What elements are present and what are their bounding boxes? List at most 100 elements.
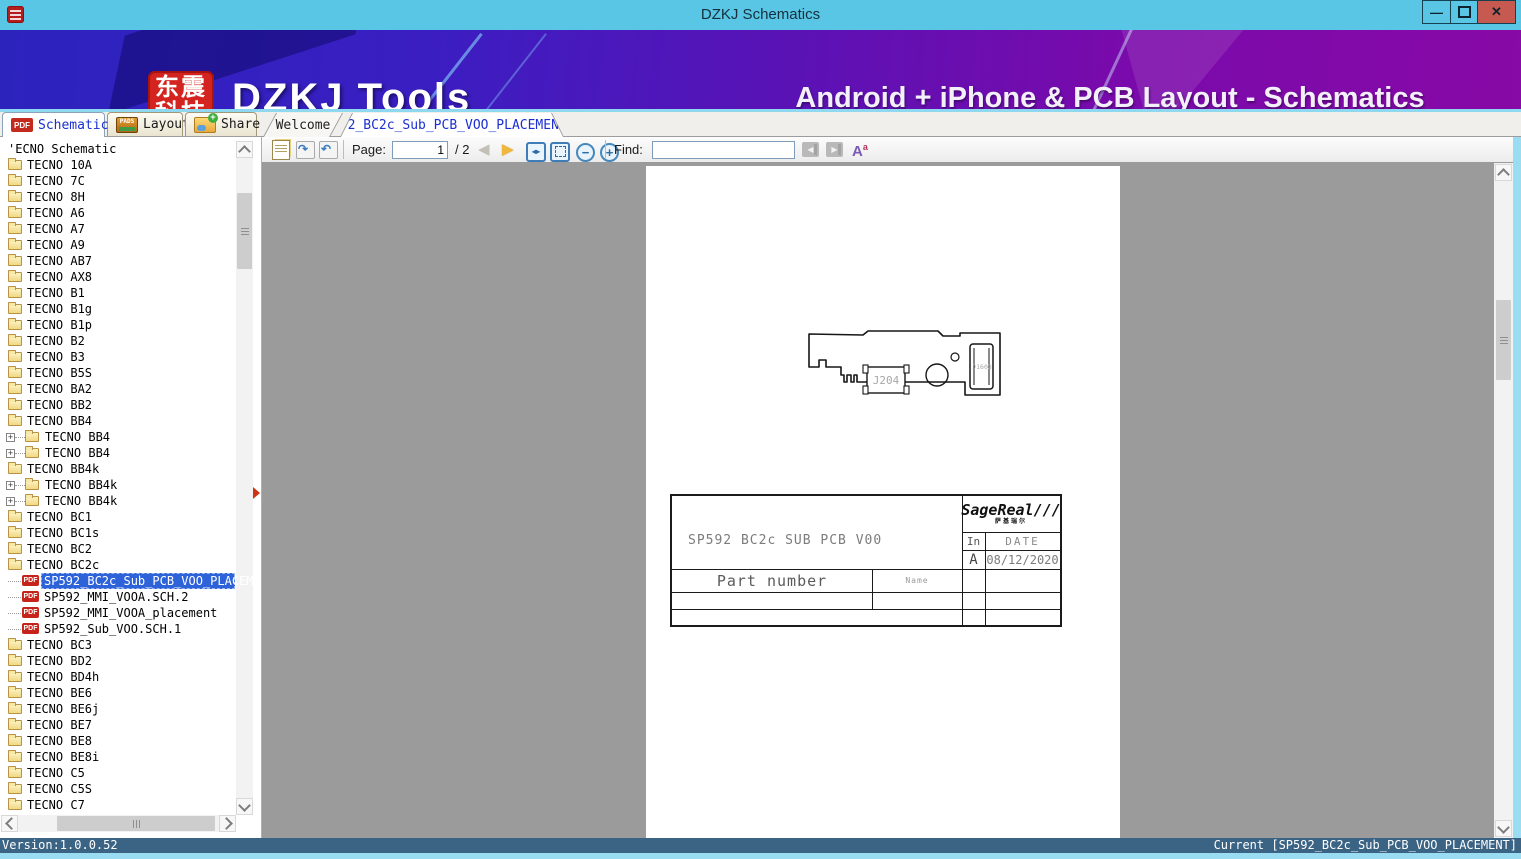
expand-plus-icon[interactable]: +	[6, 481, 15, 490]
grip-icon	[135, 819, 137, 828]
brand-logo: 东震 科技	[148, 71, 214, 109]
tree-item[interactable]: TECNO C7	[0, 797, 236, 813]
pads-icon: PADS	[116, 116, 138, 133]
tree-item[interactable]: TECNO B2	[0, 333, 236, 349]
tree-item[interactable]: TECNO BC2	[0, 541, 236, 557]
tree-item[interactable]: TECNO BE8	[0, 733, 236, 749]
folder-icon	[8, 366, 22, 378]
close-button[interactable]: ✕	[1477, 0, 1516, 24]
tree-item[interactable]: TECNO BB4k	[0, 461, 236, 477]
tree-item[interactable]: TECNO 8H	[0, 189, 236, 205]
tree-item-pdf[interactable]: PDF SP592_MMI_VOOA.SCH.2	[0, 589, 236, 605]
expand-plus-icon[interactable]: +	[6, 449, 15, 458]
tree-item[interactable]: + TECNO BB4	[0, 445, 236, 461]
tree-item-pdf[interactable]: PDF SP592_MMI_VOOA_placement	[0, 605, 236, 621]
tree-item[interactable]: TECNO BD2	[0, 653, 236, 669]
tree-item[interactable]: TECNO A6	[0, 205, 236, 221]
tree-item[interactable]: TECNO BE7	[0, 717, 236, 733]
tree-item-label: TECNO BB4k	[27, 462, 100, 476]
tree-item[interactable]: TECNO B3	[0, 349, 236, 365]
tab-welcome[interactable]: Welcome	[264, 113, 342, 137]
tree-item[interactable]: TECNO BE6j	[0, 701, 236, 717]
folder-icon	[25, 446, 39, 458]
folder-icon	[8, 158, 22, 170]
zoom-out-button[interactable]: −	[576, 143, 595, 162]
page-number-input[interactable]	[392, 140, 448, 159]
scrollbar-thumb[interactable]	[57, 816, 215, 831]
fit-page-button[interactable]	[550, 141, 570, 162]
viewer-vertical-scrollbar[interactable]	[1494, 163, 1513, 838]
tree-item[interactable]: TECNO BC1	[0, 509, 236, 525]
tree-item[interactable]: TECNO B1	[0, 285, 236, 301]
fit-width-button[interactable]: ◂▸	[526, 141, 546, 162]
expand-plus-icon[interactable]: +	[6, 497, 15, 506]
tree-item[interactable]: + TECNO BB4k	[0, 477, 236, 493]
connector-refdes: J1603	[972, 363, 992, 371]
tree-item-pdf[interactable]: PDF SP592_Sub_VOO.SCH.1	[0, 621, 236, 637]
find-next-button[interactable]: ▶	[826, 142, 843, 157]
folder-icon	[8, 558, 22, 570]
tree-item[interactable]: TECNO A7	[0, 221, 236, 237]
match-case-button[interactable]: Aa	[852, 135, 868, 164]
scroll-right-button[interactable]	[219, 815, 236, 832]
tree-item[interactable]: TECNO C5	[0, 765, 236, 781]
tree-item[interactable]: TECNO B1p	[0, 317, 236, 333]
tree-item-label: TECNO 8H	[27, 190, 85, 204]
tree-item-label: TECNO BA2	[27, 382, 93, 396]
banner-subtitle: Android + iPhone & PCB Layout - Schemati…	[795, 82, 1425, 112]
scroll-up-button[interactable]	[1495, 164, 1512, 181]
tab-document-active[interactable]: SP592_BC2c_Sub_PCB_VOO_PLACEMENT ✕	[341, 113, 563, 137]
tree-item[interactable]: TECNO BD4h	[0, 669, 236, 685]
tree-item[interactable]: TECNO BC1s	[0, 525, 236, 541]
expand-plus-icon[interactable]: +	[6, 433, 15, 442]
tree-item[interactable]: 'ECNO Schematic	[0, 141, 236, 157]
tab-schematic[interactable]: PDF Schematic	[2, 112, 109, 137]
scrollbar-thumb[interactable]	[237, 193, 252, 269]
tree-item[interactable]: TECNO C5S	[0, 781, 236, 797]
pdf-icon: PDF	[11, 118, 33, 132]
new-document-icon[interactable]	[272, 139, 290, 160]
chevron-right-icon	[219, 817, 233, 830]
tree-item-pdf[interactable]: PDF SP592_BC2c_Sub_PCB_VOO_PLACEMENT	[0, 573, 261, 589]
tree-vertical-scrollbar[interactable]	[236, 141, 253, 815]
tab-layout[interactable]: PADS Layout	[107, 112, 190, 136]
maximize-button[interactable]	[1450, 0, 1478, 24]
scroll-up-button[interactable]	[236, 141, 253, 158]
tree-item[interactable]: TECNO 7C	[0, 173, 236, 189]
find-previous-button[interactable]: ◀	[802, 142, 819, 157]
tree-item[interactable]: TECNO BC2c	[0, 557, 236, 573]
pdf-viewer[interactable]: J204 J1603 SP592 BC2c SUB PCB V00 SageRe…	[262, 163, 1494, 838]
tree-item[interactable]: TECNO BC3	[0, 637, 236, 653]
tree-item[interactable]: TECNO BB2	[0, 397, 236, 413]
tree-item[interactable]: TECNO A9	[0, 237, 236, 253]
tab-label: Schematic	[38, 117, 109, 133]
tree-item[interactable]: TECNO B1g	[0, 301, 236, 317]
rotate-clockwise-icon[interactable]: ↷	[296, 140, 315, 159]
tree-item[interactable]: + TECNO BB4k	[0, 493, 236, 509]
find-input[interactable]	[652, 140, 795, 159]
tree-connector-line	[15, 437, 25, 438]
scroll-down-button[interactable]	[1495, 820, 1512, 837]
minimize-button[interactable]: —	[1422, 0, 1451, 24]
tree-item[interactable]: TECNO 10A	[0, 157, 236, 173]
tree-item[interactable]: TECNO BA2	[0, 381, 236, 397]
tree-item[interactable]: TECNO BE8i	[0, 749, 236, 765]
panel-splitter-arrow[interactable]	[253, 487, 260, 499]
scrollbar-thumb[interactable]	[1496, 300, 1511, 380]
tree-item[interactable]: TECNO AB7	[0, 253, 236, 269]
tree-item[interactable]: TECNO AX8	[0, 269, 236, 285]
tree-item[interactable]: + TECNO BB4	[0, 429, 236, 445]
tab-share[interactable]: Share	[185, 112, 260, 136]
tree-item[interactable]: TECNO B5S	[0, 365, 236, 381]
tree-item[interactable]: TECNO BB4	[0, 413, 236, 429]
tree-item-label: TECNO B1g	[27, 302, 93, 316]
next-page-button[interactable]: ▶	[502, 137, 514, 162]
tree-horizontal-scrollbar[interactable]	[1, 815, 236, 832]
scroll-left-button[interactable]	[1, 815, 18, 832]
tree-item-label: TECNO AB7	[27, 254, 93, 268]
usb-lug	[862, 385, 869, 395]
tree-item[interactable]: TECNO BE6	[0, 685, 236, 701]
rotate-counterclockwise-icon[interactable]: ↶	[319, 140, 338, 159]
previous-page-button[interactable]: ◀	[478, 137, 490, 162]
scroll-down-button[interactable]	[236, 798, 253, 815]
